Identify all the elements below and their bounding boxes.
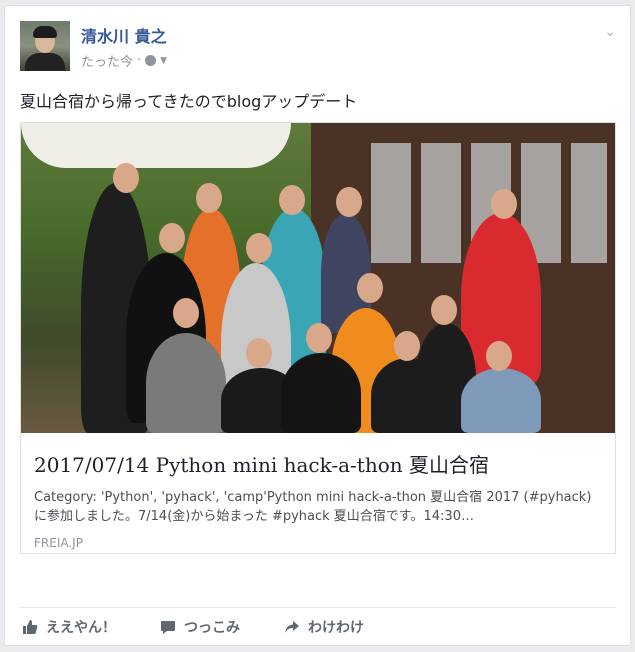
post-card: 清水川 貴之 たった今 · ▼ ⌄ 夏山合宿から帰ってきたのでblogアップデー… [4,5,631,646]
avatar[interactable] [20,21,70,71]
chevron-down-icon[interactable]: ⌄ [604,24,616,40]
post-meta: たった今 · ▼ [81,51,167,70]
thumbs-up-icon [23,619,38,634]
comment-icon [161,620,175,634]
link-title[interactable]: 2017/07/14 Python mini hack-a-thon 夏山合宿 [34,449,602,478]
post-time[interactable]: たった今 [81,51,133,70]
umbrella [21,123,291,168]
link-domain: FREIA.JP [34,536,83,550]
like-label: ええやん！ [46,619,116,636]
share-icon [285,620,299,633]
meta-separator: · [137,53,142,68]
share-label: わけわけ [308,619,364,636]
author-name[interactable]: 清水川 貴之 [81,23,167,47]
link-photo[interactable] [21,123,615,433]
link-preview[interactable]: 2017/07/14 Python mini hack-a-thon 夏山合宿 … [20,122,616,554]
globe-icon[interactable] [145,55,157,66]
share-button[interactable]: わけわけ [284,617,364,637]
action-bar: ええやん！ つっこみ わけわけ [20,607,616,645]
like-button[interactable]: ええやん！ [22,617,116,637]
link-text-area[interactable]: 2017/07/14 Python mini hack-a-thon 夏山合宿 … [21,433,615,553]
comment-button[interactable]: つっこみ [160,617,240,637]
comment-label: つっこみ [184,619,240,636]
link-description: Category: 'Python', 'pyhack', 'camp'Pyth… [34,490,592,524]
post-status-text: 夏山合宿から帰ってきたのでblogアップデート [20,92,358,111]
caret-down-icon[interactable]: ▼ [160,56,167,66]
